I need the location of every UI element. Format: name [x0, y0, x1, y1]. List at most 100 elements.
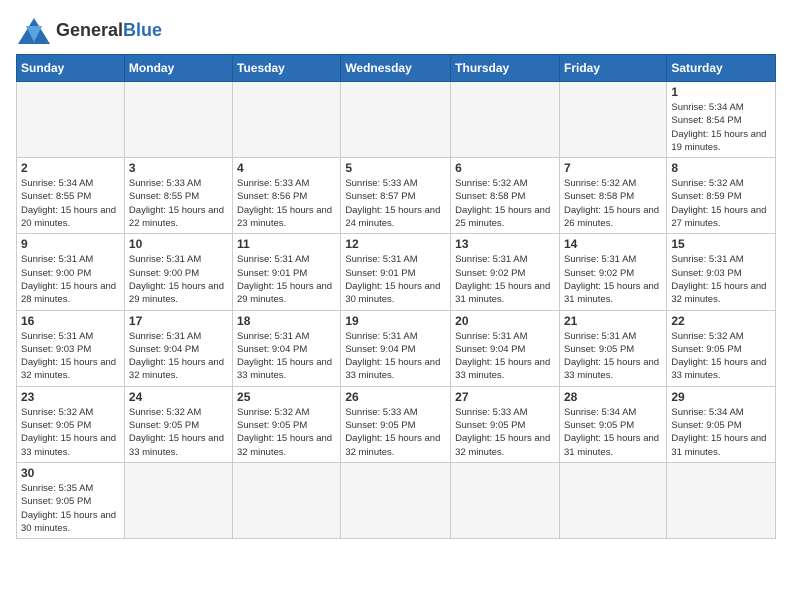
day-number: 9 [21, 237, 120, 251]
day-info: Sunrise: 5:31 AM Sunset: 9:01 PM Dayligh… [345, 253, 446, 306]
calendar-week-0: 1Sunrise: 5:34 AM Sunset: 8:54 PM Daylig… [17, 82, 776, 158]
day-info: Sunrise: 5:31 AM Sunset: 9:03 PM Dayligh… [21, 330, 120, 383]
calendar-cell: 16 Sunrise: 5:31 AM Sunset: 9:03 PM Dayli… [17, 310, 125, 386]
day-info: Sunrise: 5:31 AM Sunset: 9:02 PM Dayligh… [455, 253, 555, 306]
calendar-cell [667, 462, 776, 538]
calendar-cell: 17Sunrise: 5:31 AM Sunset: 9:04 PM Dayli… [124, 310, 232, 386]
day-number: 28 [564, 390, 662, 404]
day-info: Sunrise: 5:32 AM Sunset: 9:05 PM Dayligh… [237, 406, 336, 459]
logo: GeneralBlue [16, 16, 162, 46]
calendar-cell: 5 Sunrise: 5:33 AM Sunset: 8:57 PM Daylig… [341, 158, 451, 234]
day-info: Sunrise: 5:35 AM Sunset: 9:05 PM Dayligh… [21, 482, 120, 535]
logo-text: GeneralBlue [56, 21, 162, 41]
calendar-week-1: 2 Sunrise: 5:34 AM Sunset: 8:55 PM Daylig… [17, 158, 776, 234]
calendar-cell [17, 82, 125, 158]
calendar-cell: 24 Sunrise: 5:32 AM Sunset: 9:05 PM Dayli… [124, 386, 232, 462]
day-info: Sunrise: 5:32 AM Sunset: 9:05 PM Dayligh… [129, 406, 228, 459]
calendar-cell: 22Sunrise: 5:32 AM Sunset: 9:05 PM Dayli… [667, 310, 776, 386]
day-info: Sunrise: 5:31 AM Sunset: 9:02 PM Dayligh… [564, 253, 662, 306]
day-info: Sunrise: 5:33 AM Sunset: 8:57 PM Dayligh… [345, 177, 446, 230]
calendar-week-2: 9 Sunrise: 5:31 AM Sunset: 9:00 PM Daylig… [17, 234, 776, 310]
calendar-cell: 28Sunrise: 5:34 AM Sunset: 9:05 PM Dayli… [559, 386, 666, 462]
calendar-cell: 13 Sunrise: 5:31 AM Sunset: 9:02 PM Dayli… [451, 234, 560, 310]
day-number: 20 [455, 314, 555, 328]
day-number: 29 [671, 390, 771, 404]
calendar-cell [233, 462, 341, 538]
calendar-cell: 10 Sunrise: 5:31 AM Sunset: 9:00 PM Dayli… [124, 234, 232, 310]
day-info: Sunrise: 5:31 AM Sunset: 9:04 PM Dayligh… [237, 330, 336, 383]
calendar-cell: 19 Sunrise: 5:31 AM Sunset: 9:04 PM Dayli… [341, 310, 451, 386]
day-info: Sunrise: 5:33 AM Sunset: 8:55 PM Dayligh… [129, 177, 228, 230]
day-number: 24 [129, 390, 228, 404]
day-info: Sunrise: 5:33 AM Sunset: 8:56 PM Dayligh… [237, 177, 336, 230]
header-sunday: Sunday [17, 55, 125, 82]
calendar-cell: 11Sunrise: 5:31 AM Sunset: 9:01 PM Dayli… [233, 234, 341, 310]
day-number: 8 [671, 161, 771, 175]
calendar-cell: 3 Sunrise: 5:33 AM Sunset: 8:55 PM Daylig… [124, 158, 232, 234]
calendar-cell [559, 82, 666, 158]
day-number: 22 [671, 314, 771, 328]
day-info: Sunrise: 5:31 AM Sunset: 9:04 PM Dayligh… [345, 330, 446, 383]
calendar-week-5: 30Sunrise: 5:35 AM Sunset: 9:05 PM Dayli… [17, 462, 776, 538]
calendar-cell: 18 Sunrise: 5:31 AM Sunset: 9:04 PM Dayli… [233, 310, 341, 386]
calendar-cell [341, 82, 451, 158]
calendar-cell [451, 82, 560, 158]
day-info: Sunrise: 5:32 AM Sunset: 9:05 PM Dayligh… [21, 406, 120, 459]
calendar-cell [341, 462, 451, 538]
calendar-cell [559, 462, 666, 538]
calendar-cell: 26Sunrise: 5:33 AM Sunset: 9:05 PM Dayli… [341, 386, 451, 462]
day-number: 4 [237, 161, 336, 175]
day-number: 5 [345, 161, 446, 175]
calendar-cell: 7 Sunrise: 5:32 AM Sunset: 8:58 PM Daylig… [559, 158, 666, 234]
calendar-header-row: SundayMondayTuesdayWednesdayThursdayFrid… [17, 55, 776, 82]
calendar-cell: 23Sunrise: 5:32 AM Sunset: 9:05 PM Dayli… [17, 386, 125, 462]
day-number: 27 [455, 390, 555, 404]
day-info: Sunrise: 5:32 AM Sunset: 8:58 PM Dayligh… [455, 177, 555, 230]
calendar-cell: 30Sunrise: 5:35 AM Sunset: 9:05 PM Dayli… [17, 462, 125, 538]
day-info: Sunrise: 5:33 AM Sunset: 9:05 PM Dayligh… [455, 406, 555, 459]
calendar-cell: 14 Sunrise: 5:31 AM Sunset: 9:02 PM Dayli… [559, 234, 666, 310]
calendar-cell: 29 Sunrise: 5:34 AM Sunset: 9:05 PM Dayli… [667, 386, 776, 462]
day-number: 6 [455, 161, 555, 175]
calendar-cell: 9 Sunrise: 5:31 AM Sunset: 9:00 PM Daylig… [17, 234, 125, 310]
calendar-cell: 6 Sunrise: 5:32 AM Sunset: 8:58 PM Daylig… [451, 158, 560, 234]
day-info: Sunrise: 5:31 AM Sunset: 9:04 PM Dayligh… [455, 330, 555, 383]
calendar: SundayMondayTuesdayWednesdayThursdayFrid… [16, 54, 776, 539]
calendar-week-3: 16 Sunrise: 5:31 AM Sunset: 9:03 PM Dayli… [17, 310, 776, 386]
day-number: 19 [345, 314, 446, 328]
day-number: 13 [455, 237, 555, 251]
header-saturday: Saturday [667, 55, 776, 82]
header-friday: Friday [559, 55, 666, 82]
calendar-cell: 20 Sunrise: 5:31 AM Sunset: 9:04 PM Dayli… [451, 310, 560, 386]
day-info: Sunrise: 5:34 AM Sunset: 8:55 PM Dayligh… [21, 177, 120, 230]
day-number: 7 [564, 161, 662, 175]
day-number: 17 [129, 314, 228, 328]
calendar-cell: 12Sunrise: 5:31 AM Sunset: 9:01 PM Dayli… [341, 234, 451, 310]
calendar-cell [233, 82, 341, 158]
day-number: 26 [345, 390, 446, 404]
day-number: 15 [671, 237, 771, 251]
day-number: 11 [237, 237, 336, 251]
header-tuesday: Tuesday [233, 55, 341, 82]
header-wednesday: Wednesday [341, 55, 451, 82]
calendar-cell: 15Sunrise: 5:31 AM Sunset: 9:03 PM Dayli… [667, 234, 776, 310]
calendar-cell: 25 Sunrise: 5:32 AM Sunset: 9:05 PM Dayli… [233, 386, 341, 462]
day-number: 21 [564, 314, 662, 328]
day-info: Sunrise: 5:31 AM Sunset: 9:00 PM Dayligh… [21, 253, 120, 306]
day-number: 10 [129, 237, 228, 251]
day-info: Sunrise: 5:32 AM Sunset: 8:58 PM Dayligh… [564, 177, 662, 230]
day-info: Sunrise: 5:31 AM Sunset: 9:05 PM Dayligh… [564, 330, 662, 383]
day-number: 14 [564, 237, 662, 251]
day-info: Sunrise: 5:31 AM Sunset: 9:00 PM Dayligh… [129, 253, 228, 306]
day-number: 16 [21, 314, 120, 328]
day-number: 18 [237, 314, 336, 328]
day-number: 2 [21, 161, 120, 175]
day-number: 25 [237, 390, 336, 404]
day-info: Sunrise: 5:34 AM Sunset: 9:05 PM Dayligh… [671, 406, 771, 459]
calendar-cell: 21 Sunrise: 5:31 AM Sunset: 9:05 PM Dayli… [559, 310, 666, 386]
calendar-cell [124, 82, 232, 158]
calendar-cell: 8Sunrise: 5:32 AM Sunset: 8:59 PM Daylig… [667, 158, 776, 234]
day-number: 3 [129, 161, 228, 175]
header-monday: Monday [124, 55, 232, 82]
day-number: 1 [671, 85, 771, 99]
